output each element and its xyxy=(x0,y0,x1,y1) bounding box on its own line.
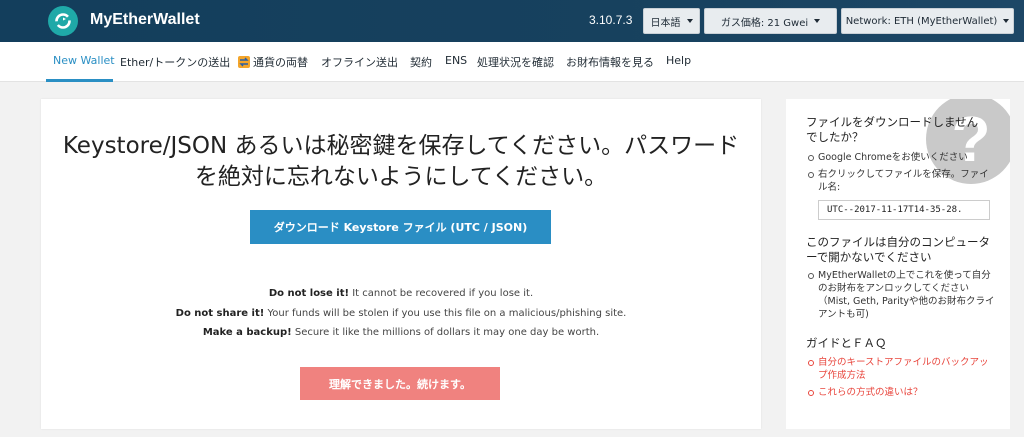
tab-view-wallet-info[interactable]: お財布情報を見る xyxy=(566,54,654,70)
version-label: 3.10.7.3 xyxy=(589,13,633,27)
tab-swap-label: 通貨の両替 xyxy=(253,56,308,69)
swap-icon xyxy=(238,56,250,68)
sidebar-list: 自分のキーストアファイルのバックアップ作成方法 これらの方式の違いは？ xyxy=(806,356,996,403)
guide-link-differences[interactable]: これらの方式の違いは？ xyxy=(806,386,996,399)
sidebar-section-title: このファイルは自分のコンピューターで開かないでください xyxy=(806,235,990,264)
warning-text: Your funds will be stolen if you use thi… xyxy=(264,308,627,319)
warning-text: It cannot be recovered if you lose it. xyxy=(349,288,534,299)
tab-contracts[interactable]: 契約 xyxy=(410,54,432,70)
chevron-down-icon xyxy=(686,19,693,23)
list-item: MyEtherWalletの上でこれを使って自分のお財布をアンロックしてください… xyxy=(806,269,996,321)
brand-name[interactable]: MyEtherWallet xyxy=(90,11,200,29)
page-title: Keystore/JSON あるいは秘密鍵を保存してください。パスワードを絶対に… xyxy=(62,133,740,190)
list-item: 右クリックしてファイルを保存。ファイル名: UTC--2017-11-17T14… xyxy=(806,168,996,220)
filename-field[interactable]: UTC--2017-11-17T14-35-28. xyxy=(818,200,990,220)
sidebar-list: MyEtherWalletの上でこれを使って自分のお財布をアンロックしてください… xyxy=(806,269,996,325)
list-item: Google Chromeをお使いください xyxy=(806,151,996,164)
network-dropdown[interactable]: Network: ETH (MyEtherWallet) xyxy=(841,8,1014,34)
myetherwallet-logo-icon[interactable] xyxy=(48,6,78,36)
save-keystore-panel: Keystore/JSON あるいは秘密鍵を保存してください。パスワードを絶対に… xyxy=(41,99,761,429)
chevron-down-icon xyxy=(1003,19,1010,23)
language-dropdown[interactable]: 日本語 xyxy=(643,8,700,34)
gas-price-dropdown[interactable]: ガス価格: 21 Gwei xyxy=(704,8,837,34)
chevron-down-icon xyxy=(814,19,821,23)
gas-price-label: ガス価格: 21 Gwei xyxy=(720,17,809,29)
sidebar-list: Google Chromeをお使いください 右クリックしてファイルを保存。ファイ… xyxy=(806,151,996,224)
tab-new-wallet[interactable]: New Wallet xyxy=(53,54,115,67)
main-nav: New Wallet Ether/トークンの送出 通貨の両替 オフライン送出 契… xyxy=(0,42,1024,82)
active-tab-underline xyxy=(46,79,113,82)
warning-bold: Do not share it! xyxy=(175,308,265,319)
warning-line: Do not share it! Your funds will be stol… xyxy=(41,308,761,319)
warning-text: Secure it like the millions of dollars i… xyxy=(291,327,600,338)
warning-bold: Make a backup! xyxy=(202,327,292,338)
list-item-text: 右クリックしてファイルを保存。ファイル名: xyxy=(818,169,989,193)
tab-send-ether-tokens[interactable]: Ether/トークンの送出 xyxy=(120,54,230,70)
guide-link-backup-keystore[interactable]: 自分のキーストアファイルのバックアップ作成方法 xyxy=(806,356,996,382)
tab-ens[interactable]: ENS xyxy=(445,54,467,67)
warning-bold: Do not lose it! xyxy=(268,288,350,299)
sidebar-section-title: ファイルをダウンロードしませんでしたか？ xyxy=(806,115,979,144)
tab-help[interactable]: Help xyxy=(666,54,691,67)
help-sidebar: ? ファイルをダウンロードしませんでしたか？ Google Chromeをお使い… xyxy=(786,99,1010,429)
top-header: MyEtherWallet 3.10.7.3 日本語 ガス価格: 21 Gwei… xyxy=(0,0,1024,42)
tab-check-tx-status[interactable]: 処理状況を確認 xyxy=(477,54,554,70)
warning-line: Do not lose it! It cannot be recovered i… xyxy=(41,288,761,299)
network-label: Network: ETH (MyEtherWallet) xyxy=(845,15,998,27)
tab-offline-send[interactable]: オフライン送出 xyxy=(321,54,398,70)
sidebar-section-title: ガイドとＦＡＱ xyxy=(806,336,887,350)
continue-button[interactable]: 理解できました。続けます。 xyxy=(300,367,500,400)
warning-line: Make a backup! Secure it like the millio… xyxy=(41,327,761,338)
language-label: 日本語 xyxy=(650,17,681,29)
download-keystore-button[interactable]: ダウンロード Keystore ファイル (UTC / JSON) xyxy=(250,210,551,244)
tab-swap[interactable]: 通貨の両替 xyxy=(238,54,308,70)
